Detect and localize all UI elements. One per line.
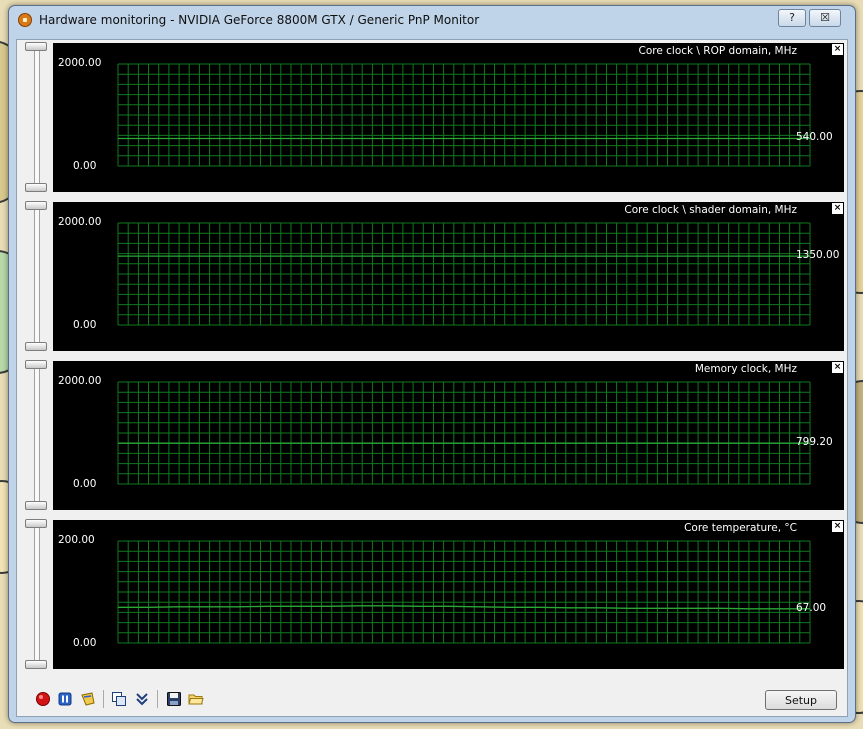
- graph-panel-core-clock-rop: Core clock \ ROP domain, MHz × 2000.00 0…: [17, 42, 847, 200]
- grid-lines: [117, 63, 811, 167]
- graph-area: Memory clock, MHz × 2000.00 0.00 799.20: [53, 361, 844, 510]
- y-max-label: 2000.00: [58, 216, 102, 228]
- monitoring-client-area: Core clock \ ROP domain, MHz × 2000.00 0…: [16, 39, 848, 717]
- help-button[interactable]: ?: [778, 9, 806, 27]
- window-title: Hardware monitoring - NVIDIA GeForce 880…: [39, 13, 480, 27]
- slider-top-handle[interactable]: [25, 519, 47, 528]
- y-max-label: 2000.00: [58, 57, 102, 69]
- slider-bottom-handle[interactable]: [25, 501, 47, 510]
- slider-top-handle[interactable]: [25, 42, 47, 51]
- grid-lines: [117, 540, 811, 644]
- save-icon[interactable]: [166, 691, 182, 707]
- slider-bottom-handle[interactable]: [25, 183, 47, 192]
- record-icon[interactable]: [35, 691, 51, 707]
- graph-panel-core-temperature: Core temperature, °C × 200.00 0.00 67.00: [17, 519, 847, 677]
- graph-title: Core clock \ ROP domain, MHz: [638, 45, 797, 57]
- toolbar-separator: [157, 690, 158, 708]
- slider-bottom-handle[interactable]: [25, 660, 47, 669]
- y-max-label: 200.00: [58, 534, 95, 546]
- pause-icon[interactable]: [57, 691, 73, 707]
- app-icon: [18, 13, 32, 27]
- slider-top-handle[interactable]: [25, 360, 47, 369]
- graph-title: Core temperature, °C: [684, 522, 797, 534]
- graph-canvas: [117, 540, 811, 644]
- graph-canvas: [117, 381, 811, 485]
- graph-close-icon[interactable]: ×: [832, 203, 843, 214]
- panel-resize-slider[interactable]: [25, 42, 47, 192]
- current-value-label: 540.00: [796, 131, 833, 144]
- collapse-icon[interactable]: [134, 691, 150, 707]
- y-min-label: 0.00: [73, 637, 97, 649]
- bottom-toolbar: Setup: [17, 680, 847, 716]
- panel-resize-slider[interactable]: [25, 360, 47, 510]
- current-value-label: 67.00: [796, 601, 827, 614]
- panel-resize-slider[interactable]: [25, 201, 47, 351]
- slider-track: [34, 46, 40, 190]
- graph-area: Core temperature, °C × 200.00 0.00 67.00: [53, 520, 844, 669]
- close-button[interactable]: ☒: [809, 9, 841, 27]
- graph-title: Core clock \ shader domain, MHz: [624, 204, 797, 216]
- open-folder-icon[interactable]: [188, 691, 204, 707]
- slider-bottom-handle[interactable]: [25, 342, 47, 351]
- graph-close-icon[interactable]: ×: [832, 362, 843, 373]
- y-max-label: 2000.00: [58, 375, 102, 387]
- graph-panel-memory-clock: Memory clock, MHz × 2000.00 0.00 799.20: [17, 360, 847, 518]
- toolbar-separator: [103, 690, 104, 708]
- y-min-label: 0.00: [73, 478, 97, 490]
- hardware-monitoring-window: Hardware monitoring - NVIDIA GeForce 880…: [8, 5, 856, 723]
- graph-close-icon[interactable]: ×: [832, 521, 843, 532]
- grid-lines: [117, 222, 811, 326]
- y-min-label: 0.00: [73, 319, 97, 331]
- slider-top-handle[interactable]: [25, 201, 47, 210]
- graph-close-icon[interactable]: ×: [832, 44, 843, 55]
- clear-icon[interactable]: [80, 691, 96, 707]
- grid-lines: [117, 381, 811, 485]
- panel-resize-slider[interactable]: [25, 519, 47, 669]
- current-value-label: 1350.00: [796, 249, 840, 262]
- graph-title: Memory clock, MHz: [694, 363, 797, 375]
- current-value-label: 799.20: [796, 436, 833, 449]
- y-min-label: 0.00: [73, 160, 97, 172]
- slider-track: [34, 364, 40, 508]
- graph-canvas: [117, 63, 811, 167]
- slider-track: [34, 205, 40, 349]
- slider-track: [34, 523, 40, 667]
- title-bar[interactable]: Hardware monitoring - NVIDIA GeForce 880…: [9, 6, 855, 36]
- copy-icon[interactable]: [111, 691, 127, 707]
- graph-area: Core clock \ shader domain, MHz × 2000.0…: [53, 202, 844, 351]
- graph-area: Core clock \ ROP domain, MHz × 2000.00 0…: [53, 43, 844, 192]
- graph-panel-core-clock-shader: Core clock \ shader domain, MHz × 2000.0…: [17, 201, 847, 359]
- setup-button[interactable]: Setup: [765, 690, 837, 710]
- graph-canvas: [117, 222, 811, 326]
